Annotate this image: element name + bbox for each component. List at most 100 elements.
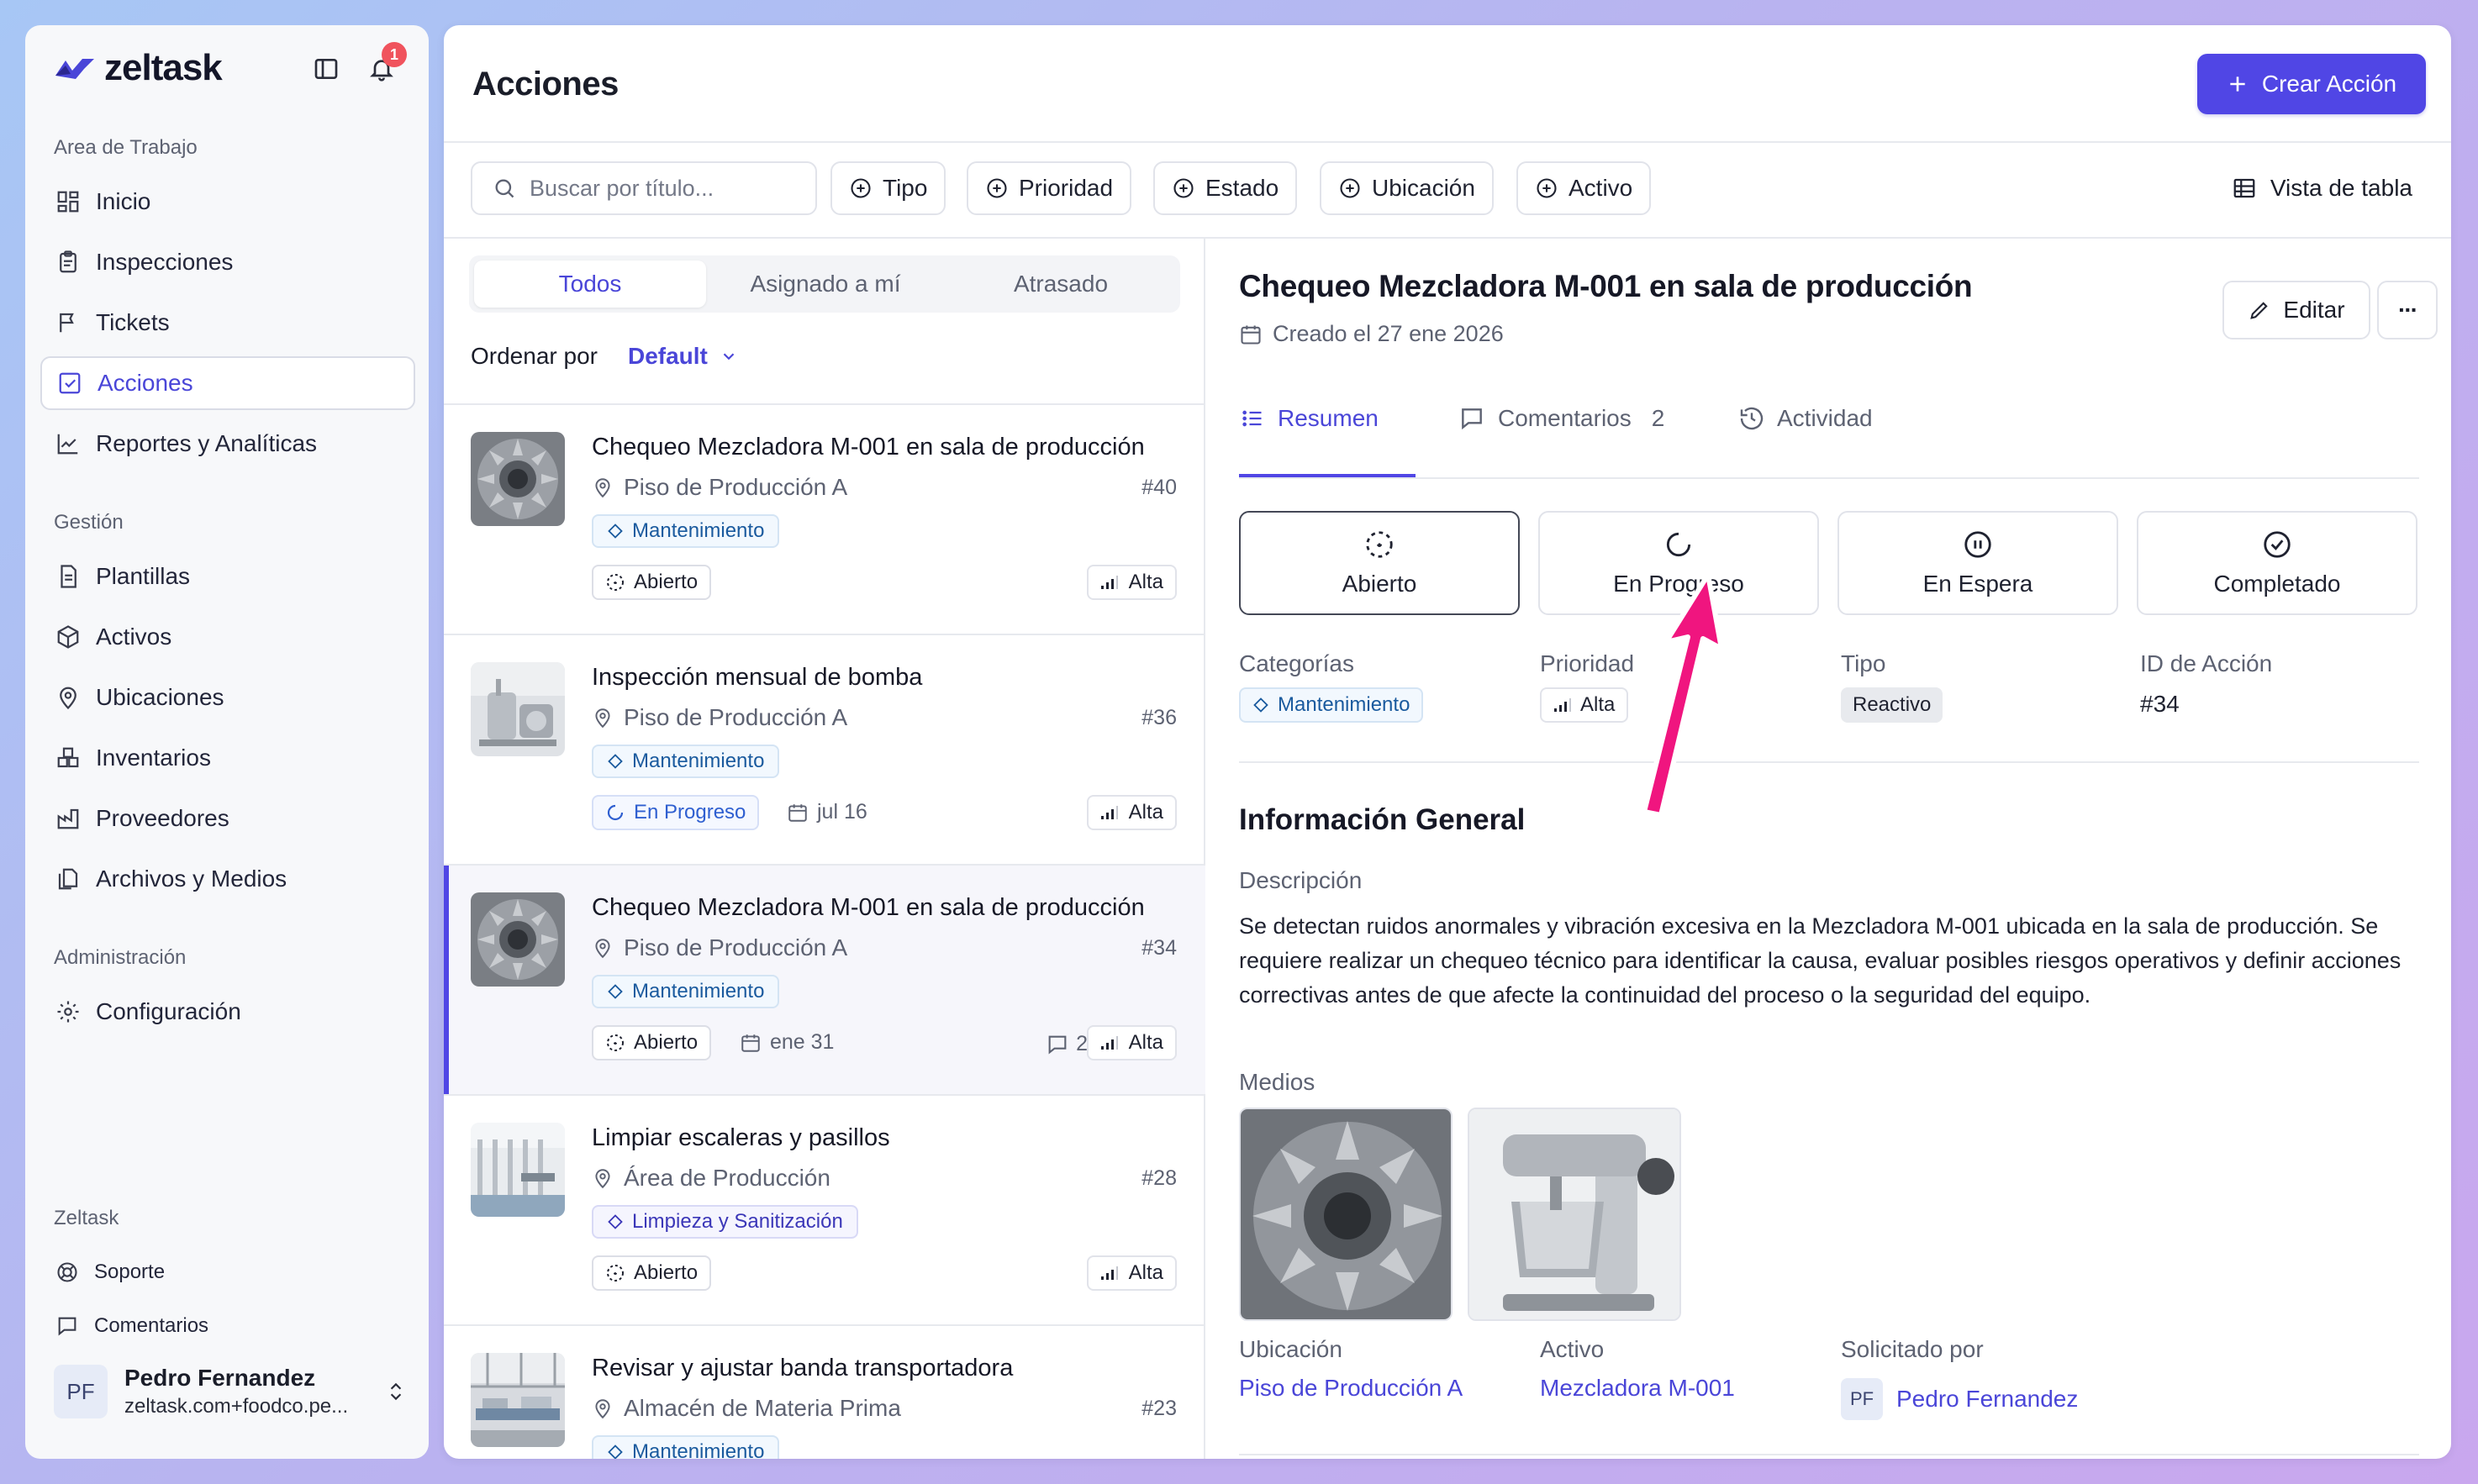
filter-location[interactable]: Ubicación (1320, 161, 1494, 215)
search-icon (493, 176, 516, 200)
card-location: Área de Producción (592, 1165, 830, 1192)
description-label: Descripción (1239, 867, 1363, 893)
files-icon (55, 866, 81, 892)
card-location: Piso de Producción A (592, 934, 847, 961)
sidebar-item-support[interactable]: Soporte (40, 1245, 415, 1299)
plus-circle-icon (849, 176, 873, 200)
priority-text: Alta (1128, 1031, 1163, 1054)
list-item[interactable]: Chequeo Mezcladora M-001 en sala de prod… (444, 403, 1205, 634)
dashed-circle-icon (1363, 529, 1395, 560)
sidebar-item-tickets[interactable]: Tickets (40, 296, 415, 350)
priority-text: Alta (1580, 693, 1616, 716)
filter-status[interactable]: Estado (1153, 161, 1298, 215)
edit-label: Editar (2283, 297, 2345, 323)
edit-button[interactable]: Editar (2222, 281, 2370, 339)
filter-label: Activo (1569, 175, 1633, 201)
status-option-on-hold[interactable]: En Espera (1837, 511, 2118, 615)
section-footer: Zeltask (54, 1207, 119, 1229)
sidebar-item-files[interactable]: Archivos y Medios (40, 852, 415, 906)
sidebar-item-locations[interactable]: Ubicaciones (40, 671, 415, 724)
sidebar-toggle-icon[interactable] (313, 55, 340, 82)
sidebar-label: Tickets (96, 309, 170, 335)
sidebar-item-templates[interactable]: Plantillas (40, 550, 415, 603)
type-label: Tipo (1841, 650, 1886, 676)
list-item[interactable]: Inspección mensual de bomba Piso de Prod… (444, 634, 1205, 864)
list-tabs: Todos Asignado a mí Atrasado (469, 255, 1180, 313)
sort-control: Ordenar por Default (471, 343, 738, 370)
card-title: Chequeo Mezcladora M-001 en sala de prod… (592, 434, 1145, 460)
status-text: Abierto (634, 1261, 699, 1284)
actions-list: Todos Asignado a mí Atrasado Ordenar por… (444, 239, 1205, 1459)
user-menu[interactable]: PF Pedro Fernandez zeltask.com+foodco.pe… (54, 1358, 407, 1425)
loader-icon (605, 803, 625, 823)
zeltask-logo[interactable]: zeltask (54, 47, 223, 89)
main-panel: Acciones Crear Acción Buscar por título.… (444, 25, 2451, 1459)
status-badge: Abierto (592, 565, 712, 600)
media-gear-photo[interactable] (1239, 1108, 1453, 1321)
list-icon (1239, 407, 1266, 430)
more-options-button[interactable]: ··· (2377, 281, 2438, 339)
description-text: Se detectan ruidos anormales y vibración… (1239, 913, 2402, 1008)
diamond-icon (607, 753, 624, 770)
general-info-title: Información General (1239, 803, 1526, 836)
calendar-icon (740, 1032, 762, 1054)
plus-circle-icon (985, 176, 1009, 200)
category-badge: Mantenimiento (592, 975, 780, 1008)
cube-icon (55, 624, 81, 650)
sort-label: Ordenar por (471, 343, 598, 369)
card-title: Inspección mensual de bomba (592, 664, 923, 691)
gear-icon (55, 999, 81, 1024)
status-badge: En Progreso (592, 795, 760, 830)
dashed-circle-icon (605, 572, 625, 592)
sidebar-item-suppliers[interactable]: Proveedores (40, 792, 415, 845)
tab-comments[interactable]: Comentarios 2 (1458, 395, 1664, 442)
filter-asset[interactable]: Activo (1516, 161, 1652, 215)
sidebar-item-settings[interactable]: Configuración (40, 985, 415, 1039)
sidebar-item-inspections[interactable]: Inspecciones (40, 235, 415, 289)
tab-activity[interactable]: Actividad (1738, 395, 1873, 442)
diamond-icon (607, 983, 624, 1000)
sidebar-label: Reportes y Analíticas (96, 430, 318, 456)
sort-dropdown[interactable]: Default (628, 343, 738, 370)
sidebar-item-feedback[interactable]: Comentarios (40, 1299, 415, 1353)
card-title: Chequeo Mezcladora M-001 en sala de prod… (592, 894, 1145, 921)
user-email: zeltask.com+foodco.pe... (124, 1395, 349, 1418)
tab-assigned[interactable]: Asignado a mí (709, 260, 941, 308)
action-id-label: ID de Acción (2140, 650, 2273, 676)
sidebar-item-inventories[interactable]: Inventarios (40, 731, 415, 785)
search-input[interactable]: Buscar por título... (471, 161, 817, 215)
dashed-circle-icon (605, 1263, 625, 1283)
filter-priority[interactable]: Prioridad (967, 161, 1132, 215)
due-text: jul 16 (817, 800, 867, 824)
created-date: Creado el 27 ene 2026 (1239, 321, 1504, 347)
sidebar-label: Soporte (94, 1260, 166, 1283)
status-badge: Abierto (592, 1255, 712, 1291)
tab-overdue[interactable]: Atrasado (945, 260, 1177, 308)
card-location: Piso de Producción A (592, 704, 847, 731)
more-options-icon: ··· (2398, 297, 2418, 323)
sidebar-item-assets[interactable]: Activos (40, 610, 415, 664)
list-item[interactable]: Revisar y ajustar banda transportadora A… (444, 1324, 1205, 1459)
tab-all[interactable]: Todos (474, 260, 706, 308)
list-item[interactable]: Limpiar escaleras y pasillos Área de Pro… (444, 1094, 1205, 1324)
sidebar-item-reports[interactable]: Reportes y Analíticas (40, 417, 415, 471)
asset-link[interactable]: Mezcladora M-001 (1540, 1375, 1735, 1402)
create-action-button[interactable]: Crear Acción (2197, 54, 2426, 114)
sidebar-item-actions[interactable]: Acciones (40, 356, 415, 410)
location-link[interactable]: Piso de Producción A (1239, 1375, 1463, 1402)
filter-type[interactable]: Tipo (830, 161, 946, 215)
bell-icon[interactable]: 1 (368, 42, 407, 82)
sidebar-item-home[interactable]: Inicio (40, 175, 415, 229)
requested-by[interactable]: PF Pedro Fernandez (1841, 1378, 2078, 1420)
chevron-down-icon (720, 347, 738, 366)
media-mixer-photo[interactable] (1468, 1108, 1681, 1321)
status-option-open[interactable]: Abierto (1239, 511, 1520, 615)
card-number: #28 (1141, 1166, 1177, 1190)
section-workspace: Area de Trabajo (54, 136, 198, 159)
tab-summary[interactable]: Resumen (1239, 395, 1379, 442)
table-view-toggle[interactable]: Vista de tabla (2232, 175, 2412, 202)
location-text: Piso de Producción A (624, 934, 848, 960)
status-option-completed[interactable]: Completado (2137, 511, 2417, 615)
list-item-selected[interactable]: Chequeo Mezcladora M-001 en sala de prod… (444, 864, 1205, 1094)
message-square-icon (55, 1314, 79, 1338)
